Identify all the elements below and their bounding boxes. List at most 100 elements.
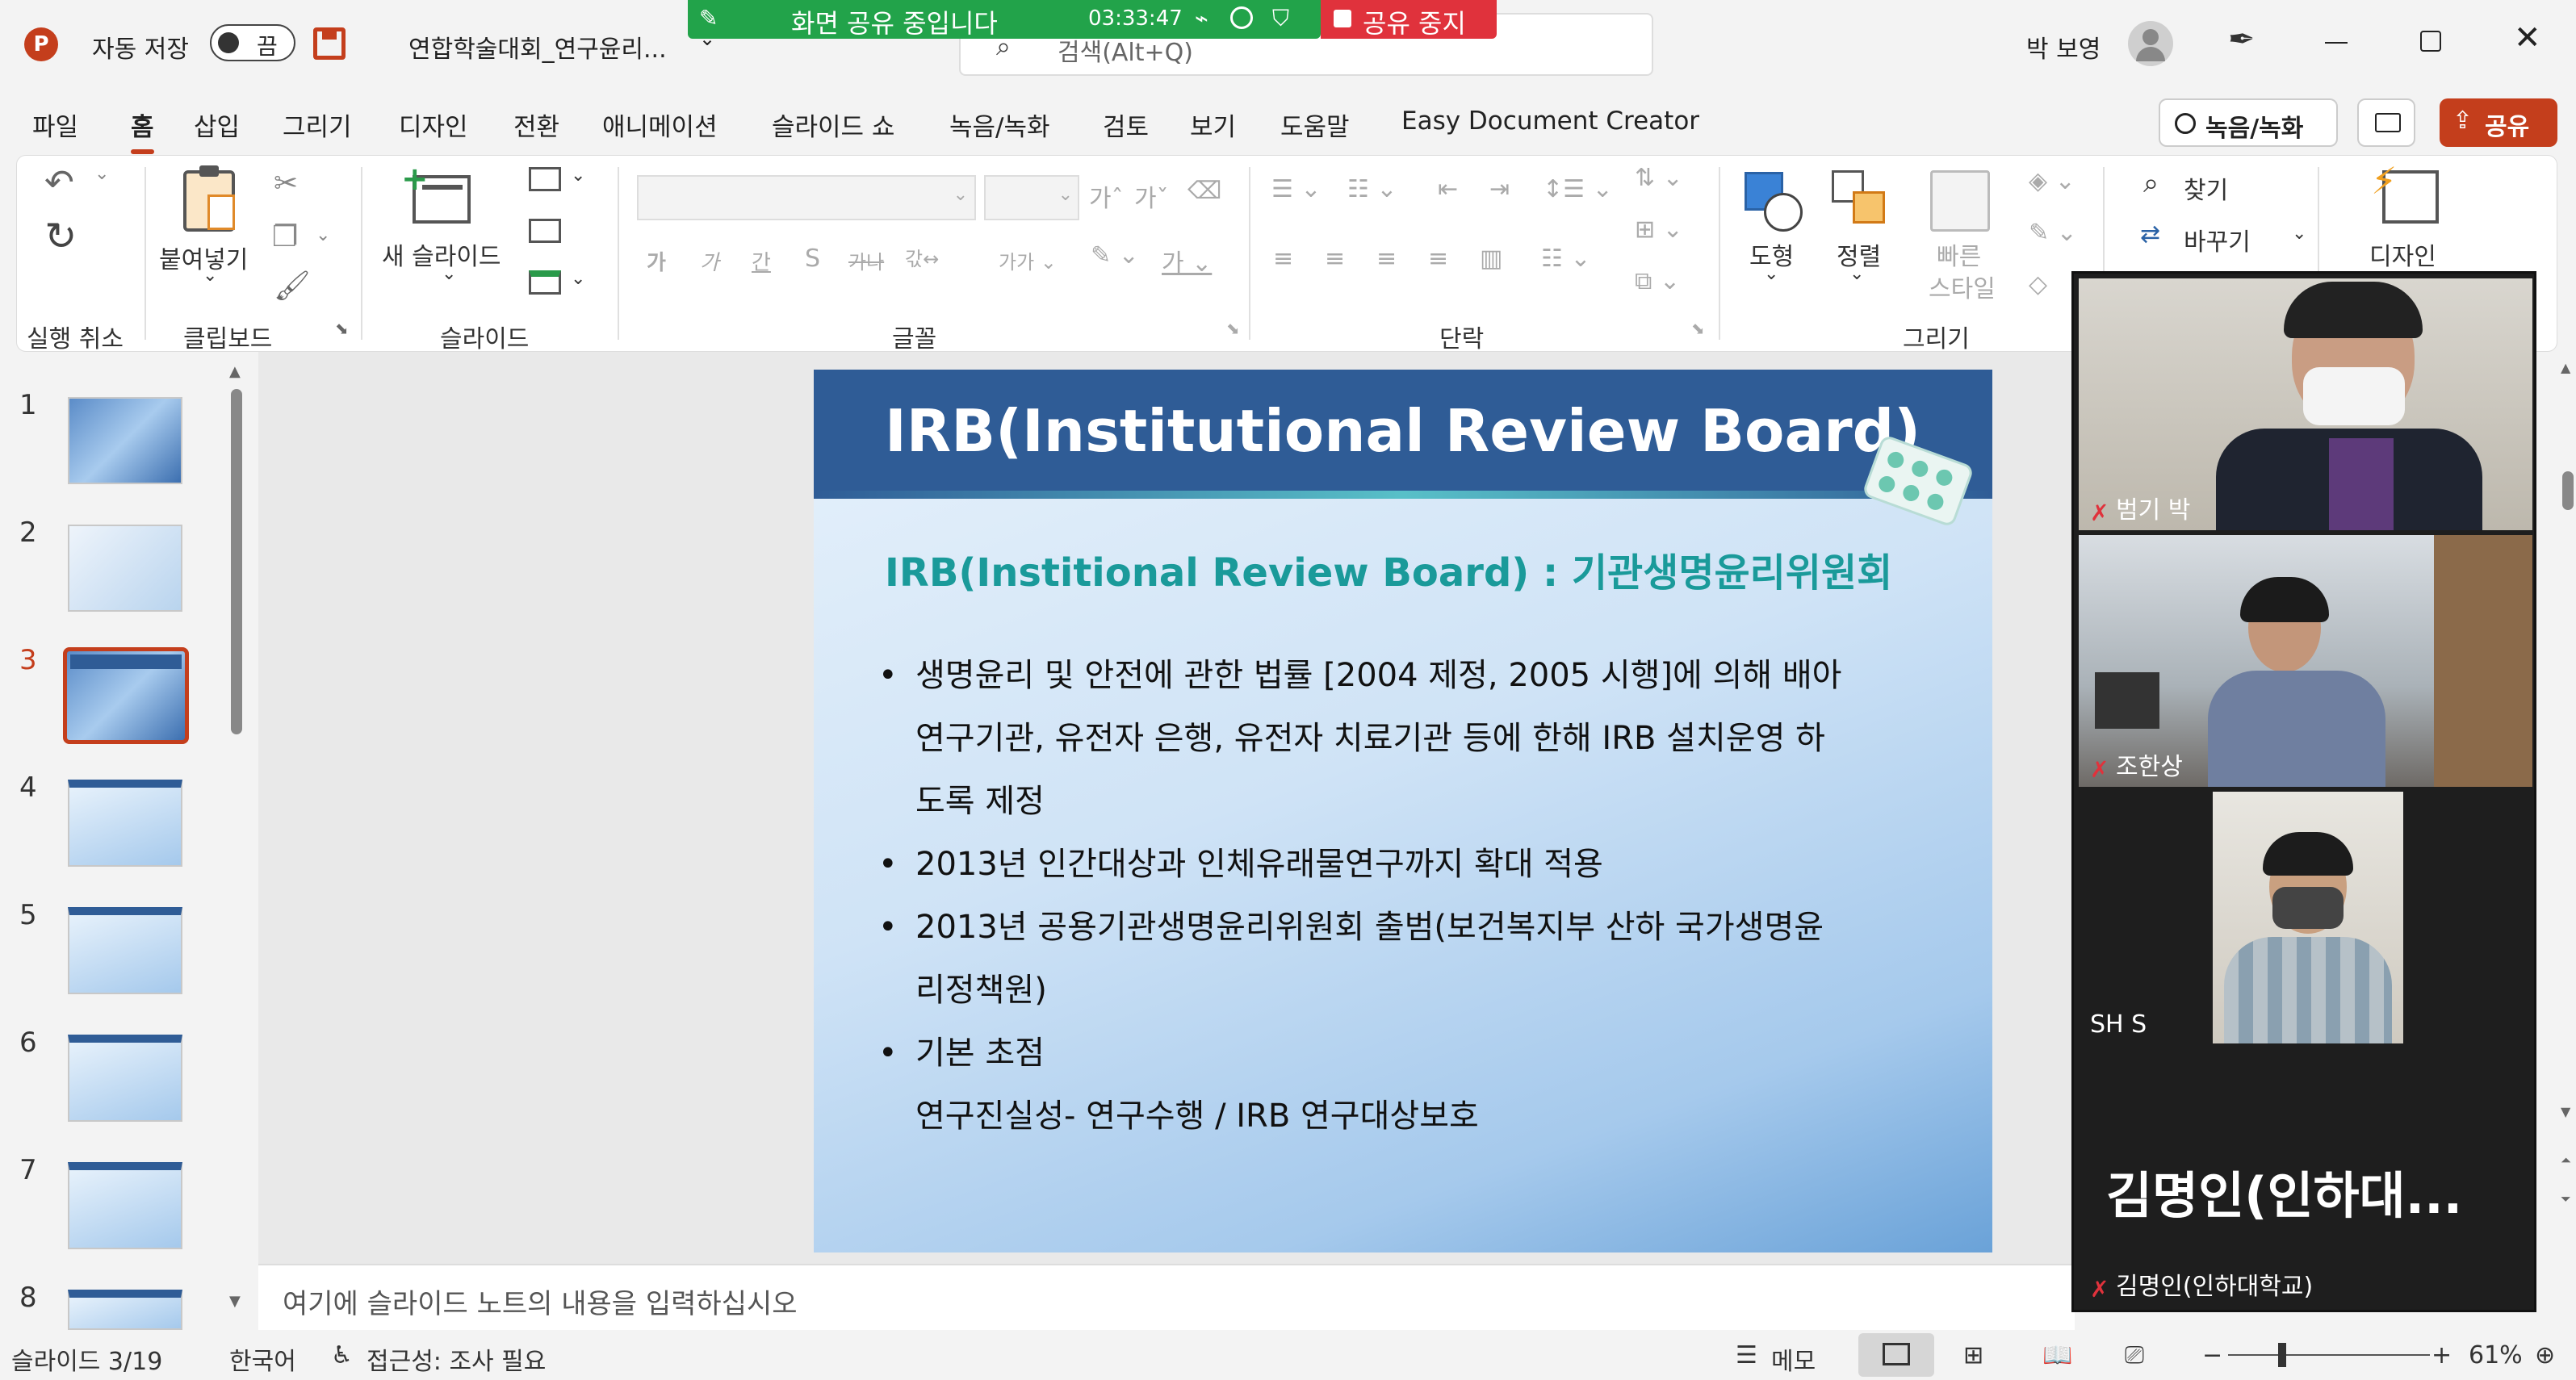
font-color-icon[interactable]: 가 ⌄ bbox=[1162, 243, 1212, 278]
autosave-toggle[interactable]: 끔 bbox=[210, 24, 295, 61]
user-avatar-icon[interactable] bbox=[2128, 21, 2173, 66]
slide-thumbnail-6[interactable] bbox=[68, 1035, 182, 1122]
slide-thumbnail-1[interactable] bbox=[68, 397, 182, 484]
slide-thumbnail-3[interactable] bbox=[63, 647, 189, 744]
previous-slide-icon[interactable]: ⏶ bbox=[2561, 1152, 2571, 1169]
slide-notes-pane[interactable]: 여기에 슬라이드 노트의 내용을 입력하십시오 bbox=[258, 1264, 2075, 1330]
scroll-up-icon[interactable]: ▲ bbox=[229, 363, 241, 380]
find-label[interactable]: 찾기 bbox=[2184, 170, 2228, 206]
align-center-icon[interactable]: ≡ bbox=[1325, 245, 1345, 273]
slide-title[interactable]: IRB(Institutional Review Board) bbox=[885, 397, 1920, 465]
new-slide-icon[interactable]: + bbox=[401, 161, 471, 224]
tab-home[interactable]: 홈 bbox=[131, 107, 154, 154]
slide-thumbnail-8[interactable] bbox=[68, 1290, 182, 1330]
undo-dropdown-chevron-icon[interactable]: ⌄ bbox=[94, 164, 109, 184]
layout-chevron-icon[interactable]: ⌄ bbox=[571, 165, 585, 186]
bold-icon[interactable]: 가 bbox=[647, 246, 666, 276]
copy-icon[interactable]: ❐ bbox=[272, 220, 298, 253]
scrollbar-thumb[interactable] bbox=[2562, 471, 2574, 510]
replace-label[interactable]: 바꾸기 bbox=[2184, 222, 2251, 257]
increase-font-size-icon[interactable]: 가ˆ bbox=[1089, 178, 1124, 214]
reset-slide-icon[interactable] bbox=[529, 219, 561, 243]
paste-chevron-icon[interactable]: ⌄ bbox=[203, 266, 217, 286]
section-chevron-icon[interactable]: ⌄ bbox=[571, 269, 585, 289]
font-dialog-launcher-icon[interactable]: ⬊ bbox=[1226, 319, 1240, 338]
tab-draw[interactable]: 그리기 bbox=[283, 107, 352, 143]
arrange-icon[interactable] bbox=[1832, 170, 1891, 232]
decrease-font-size-icon[interactable]: 가ˇ bbox=[1134, 178, 1169, 214]
line-spacing-icon[interactable]: ↕☰ ⌄ bbox=[1543, 175, 1613, 203]
paragraph-dialog-launcher-icon[interactable]: ⬊ bbox=[1691, 319, 1705, 338]
slide-count[interactable]: 슬라이드 3/19 bbox=[11, 1341, 162, 1377]
tab-animations[interactable]: 애니메이션 bbox=[602, 107, 718, 143]
tab-insert[interactable]: 삽입 bbox=[194, 107, 240, 143]
smartart-icon[interactable]: ⧉ ⌄ bbox=[1635, 267, 1680, 295]
quick-styles-icon[interactable] bbox=[1930, 170, 1990, 232]
comments-button[interactable] bbox=[2357, 98, 2415, 147]
slide-sorter-icon[interactable]: ⊞ bbox=[1963, 1341, 1983, 1370]
designer-label[interactable]: 디자인 bbox=[2369, 236, 2436, 272]
format-painter-icon[interactable]: 🖌 bbox=[274, 269, 311, 303]
tab-help[interactable]: 도움말 bbox=[1280, 107, 1350, 143]
notes-button[interactable]: 메모 bbox=[1771, 1341, 1816, 1377]
highlight-icon[interactable]: ✎ ⌄ bbox=[1091, 241, 1139, 270]
paste-icon[interactable] bbox=[183, 165, 235, 232]
close-icon[interactable]: ✕ bbox=[2514, 19, 2541, 56]
slideshow-icon[interactable]: ⎚ bbox=[2125, 1341, 2144, 1370]
minimize-icon[interactable] bbox=[2325, 42, 2348, 44]
shape-fill-icon[interactable]: ◈ ⌄ bbox=[2029, 167, 2075, 195]
record-button[interactable]: 녹음/녹화 bbox=[2159, 98, 2338, 147]
document-filename[interactable]: 연합학술대회_연구윤리... bbox=[408, 29, 667, 65]
arrange-chevron-icon[interactable]: ⌄ bbox=[1849, 264, 1864, 284]
slide-thumbnail-4[interactable] bbox=[68, 780, 182, 867]
scroll-down-icon[interactable]: ▼ bbox=[229, 1293, 241, 1310]
restore-icon[interactable] bbox=[2420, 31, 2441, 52]
accessibility-status[interactable]: 접근성: 조사 필요 bbox=[367, 1341, 546, 1377]
slide-bullet-list[interactable]: 생명윤리 및 안전에 관한 법률 [2004 제정, 2005 시행]에 의해 … bbox=[878, 644, 1928, 1148]
strikethrough-icon[interactable]: 가나 bbox=[848, 246, 884, 274]
replace-icon[interactable]: ⇄ bbox=[2140, 220, 2160, 249]
current-slide[interactable]: IRB(Institutional Review Board) IRB(Inst… bbox=[814, 370, 1992, 1252]
slide-thumbnail-2[interactable] bbox=[68, 525, 182, 612]
tab-design[interactable]: 디자인 bbox=[399, 107, 468, 143]
shapes-icon[interactable] bbox=[1745, 172, 1804, 233]
scroll-down-icon[interactable]: ▼ bbox=[2561, 1104, 2570, 1119]
shadow-icon[interactable]: S bbox=[805, 245, 820, 273]
tab-record[interactable]: 녹음/녹화 bbox=[949, 107, 1050, 143]
font-family-dropdown[interactable]: ⌄ bbox=[637, 175, 976, 220]
shapes-chevron-icon[interactable]: ⌄ bbox=[1764, 264, 1778, 284]
change-case-icon[interactable]: 가가 ⌄ bbox=[999, 246, 1057, 274]
zoom-level[interactable]: 61% bbox=[2469, 1341, 2523, 1370]
quick-styles-label-2[interactable]: 스타일 bbox=[1929, 269, 1996, 304]
layout-icon[interactable] bbox=[529, 167, 561, 191]
underline-icon[interactable]: 간 bbox=[752, 246, 771, 276]
replace-chevron-icon[interactable]: ⌄ bbox=[2292, 224, 2306, 244]
clear-formatting-icon[interactable]: ⌫ bbox=[1187, 177, 1221, 205]
slide-scrollbar[interactable]: ▲ ▼ ⏶ ⏷ bbox=[2559, 352, 2576, 1330]
italic-icon[interactable]: 가 bbox=[700, 246, 719, 276]
tab-view[interactable]: 보기 bbox=[1190, 107, 1236, 143]
zoom-slider[interactable] bbox=[2228, 1343, 2430, 1367]
tab-transitions[interactable]: 전환 bbox=[513, 107, 559, 143]
numbering-icon[interactable]: ☷ ⌄ bbox=[1347, 175, 1397, 203]
tab-slideshow[interactable]: 슬라이드 쇼 bbox=[772, 107, 894, 143]
stop-share-button[interactable]: 공유 중지 bbox=[1321, 0, 1497, 39]
save-icon[interactable] bbox=[313, 27, 346, 60]
slide-subtitle[interactable]: IRB(Institional Review Board) : 기관생명윤리위원… bbox=[885, 541, 1892, 597]
user-name[interactable]: 박 보영 bbox=[2026, 29, 2101, 65]
align-right-icon[interactable]: ≡ bbox=[1376, 245, 1397, 273]
distributed-icon[interactable]: ▥ bbox=[1480, 245, 1502, 273]
participant-video-tile[interactable]: ✗ 조한상 bbox=[2079, 535, 2532, 787]
columns-icon[interactable]: ☷ ⌄ bbox=[1541, 245, 1591, 273]
font-size-dropdown[interactable]: ⌄ bbox=[984, 175, 1079, 220]
language-indicator[interactable]: 한국어 bbox=[229, 1341, 296, 1377]
accessibility-icon[interactable]: ♿ bbox=[331, 1341, 353, 1370]
decrease-indent-icon[interactable]: ⇤ bbox=[1438, 175, 1458, 203]
normal-view-button[interactable] bbox=[1858, 1333, 1934, 1377]
quick-styles-label-1[interactable]: 빠른 bbox=[1937, 236, 1981, 272]
character-spacing-icon[interactable]: 갃↔ bbox=[905, 243, 939, 271]
undo-icon[interactable]: ↶ bbox=[44, 162, 74, 203]
align-left-icon[interactable]: ≡ bbox=[1273, 245, 1293, 273]
shape-outline-icon[interactable]: ✎ ⌄ bbox=[2029, 219, 2077, 247]
justify-icon[interactable]: ≡ bbox=[1428, 245, 1448, 273]
